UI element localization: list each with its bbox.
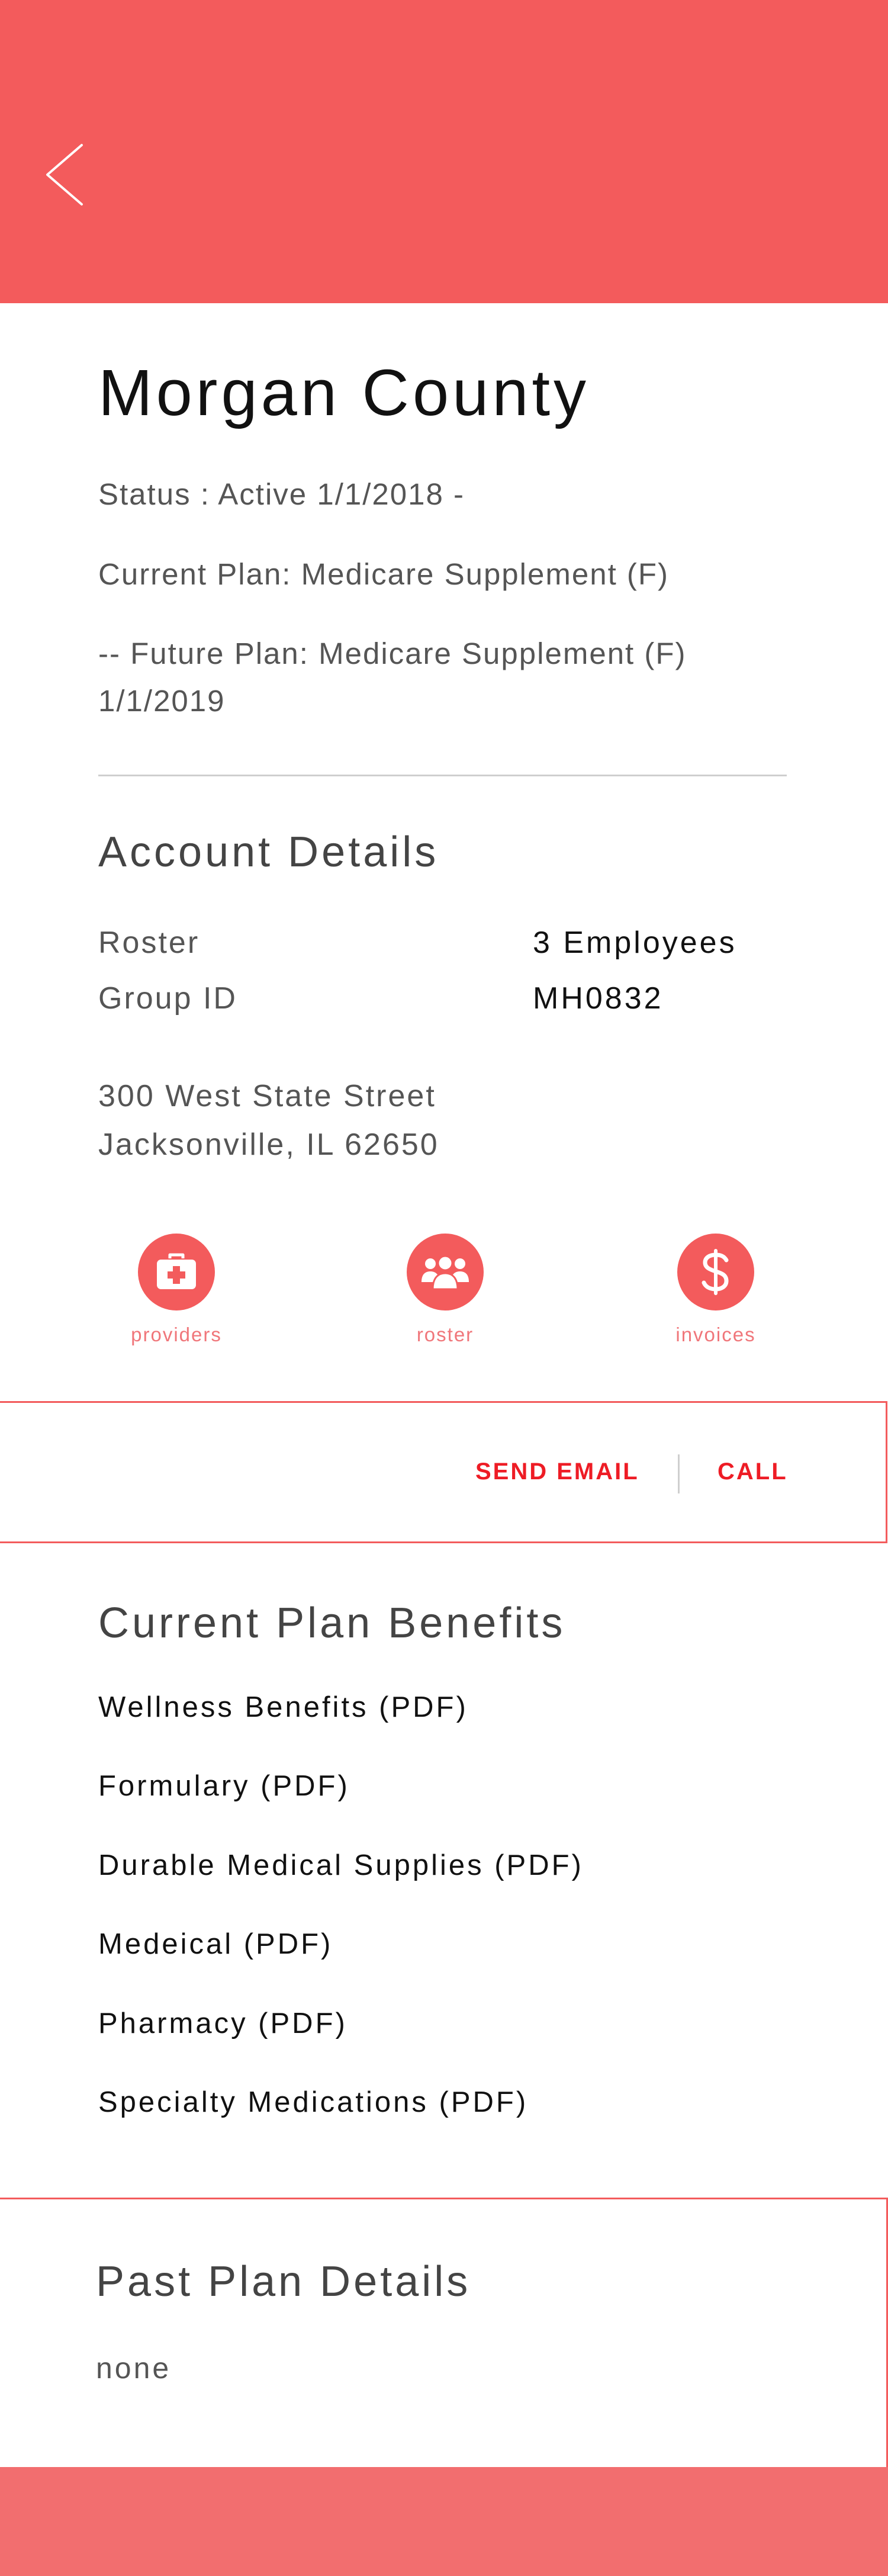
medical-kit-icon [138,1234,215,1311]
providers-button[interactable]: providers [117,1234,236,1346]
benefit-link-wellness[interactable]: Wellness Benefits (PDF) [98,1691,468,1724]
address-line-2: Jacksonville, IL 62650 [98,1128,439,1162]
address-line-1: 300 West State Street [98,1079,436,1113]
contact-separator [678,1454,680,1493]
benefit-link-pharmacy[interactable]: Pharmacy (PDF) [98,2007,348,2040]
providers-label: providers [131,1324,222,1345]
future-plan-line: -- Future Plan: Medicare Supplement (F) [98,637,687,670]
future-plan-date: 1/1/2019 [98,684,226,718]
benefit-link-durable-medical-supplies[interactable]: Durable Medical Supplies (PDF) [98,1849,584,1882]
current-plan-text: Current Plan: Medicare Supplement (F) [98,557,670,591]
benefit-link-formulary[interactable]: Formulary (PDF) [98,1769,350,1803]
past-plan-value: none [96,2352,172,2385]
address: 300 West State Street Jacksonville, IL 6… [98,1072,439,1169]
call-button[interactable]: CALL [718,1459,788,1485]
footer-bar [0,2467,888,2576]
dollar-icon [677,1234,754,1311]
past-plan-section: Past Plan Details none [0,2198,888,2469]
group-id-label: Group ID [98,981,237,1016]
past-plan-title: Past Plan Details [96,2258,471,2305]
future-plan-text: -- Future Plan: Medicare Supplement (F) … [98,630,687,725]
contact-bar: SEND EMAIL CALL [0,1401,887,1543]
chevron-left-icon [36,133,95,216]
roster-button[interactable]: roster [386,1234,504,1346]
account-details-title: Account Details [98,828,439,876]
app-header [0,0,888,303]
status-text: Status : Active 1/1/2018 - [98,477,465,511]
invoices-button[interactable]: invoices [657,1234,775,1346]
send-email-button[interactable]: SEND EMAIL [475,1459,639,1485]
people-icon [407,1234,484,1311]
page-title: Morgan County [98,356,590,429]
current-plan-benefits-title: Current Plan Benefits [98,1599,566,1647]
roster-value: 3 Employees [533,926,737,960]
roster-label: Roster [98,926,200,960]
roster-label: roster [416,1324,474,1345]
benefit-link-medical[interactable]: Medeical (PDF) [98,1928,333,1961]
divider [98,775,787,776]
back-button[interactable] [36,133,95,216]
group-id-value: MH0832 [533,981,664,1016]
benefit-link-specialty-medications[interactable]: Specialty Medications (PDF) [98,2086,528,2119]
invoices-label: invoices [675,1324,756,1345]
